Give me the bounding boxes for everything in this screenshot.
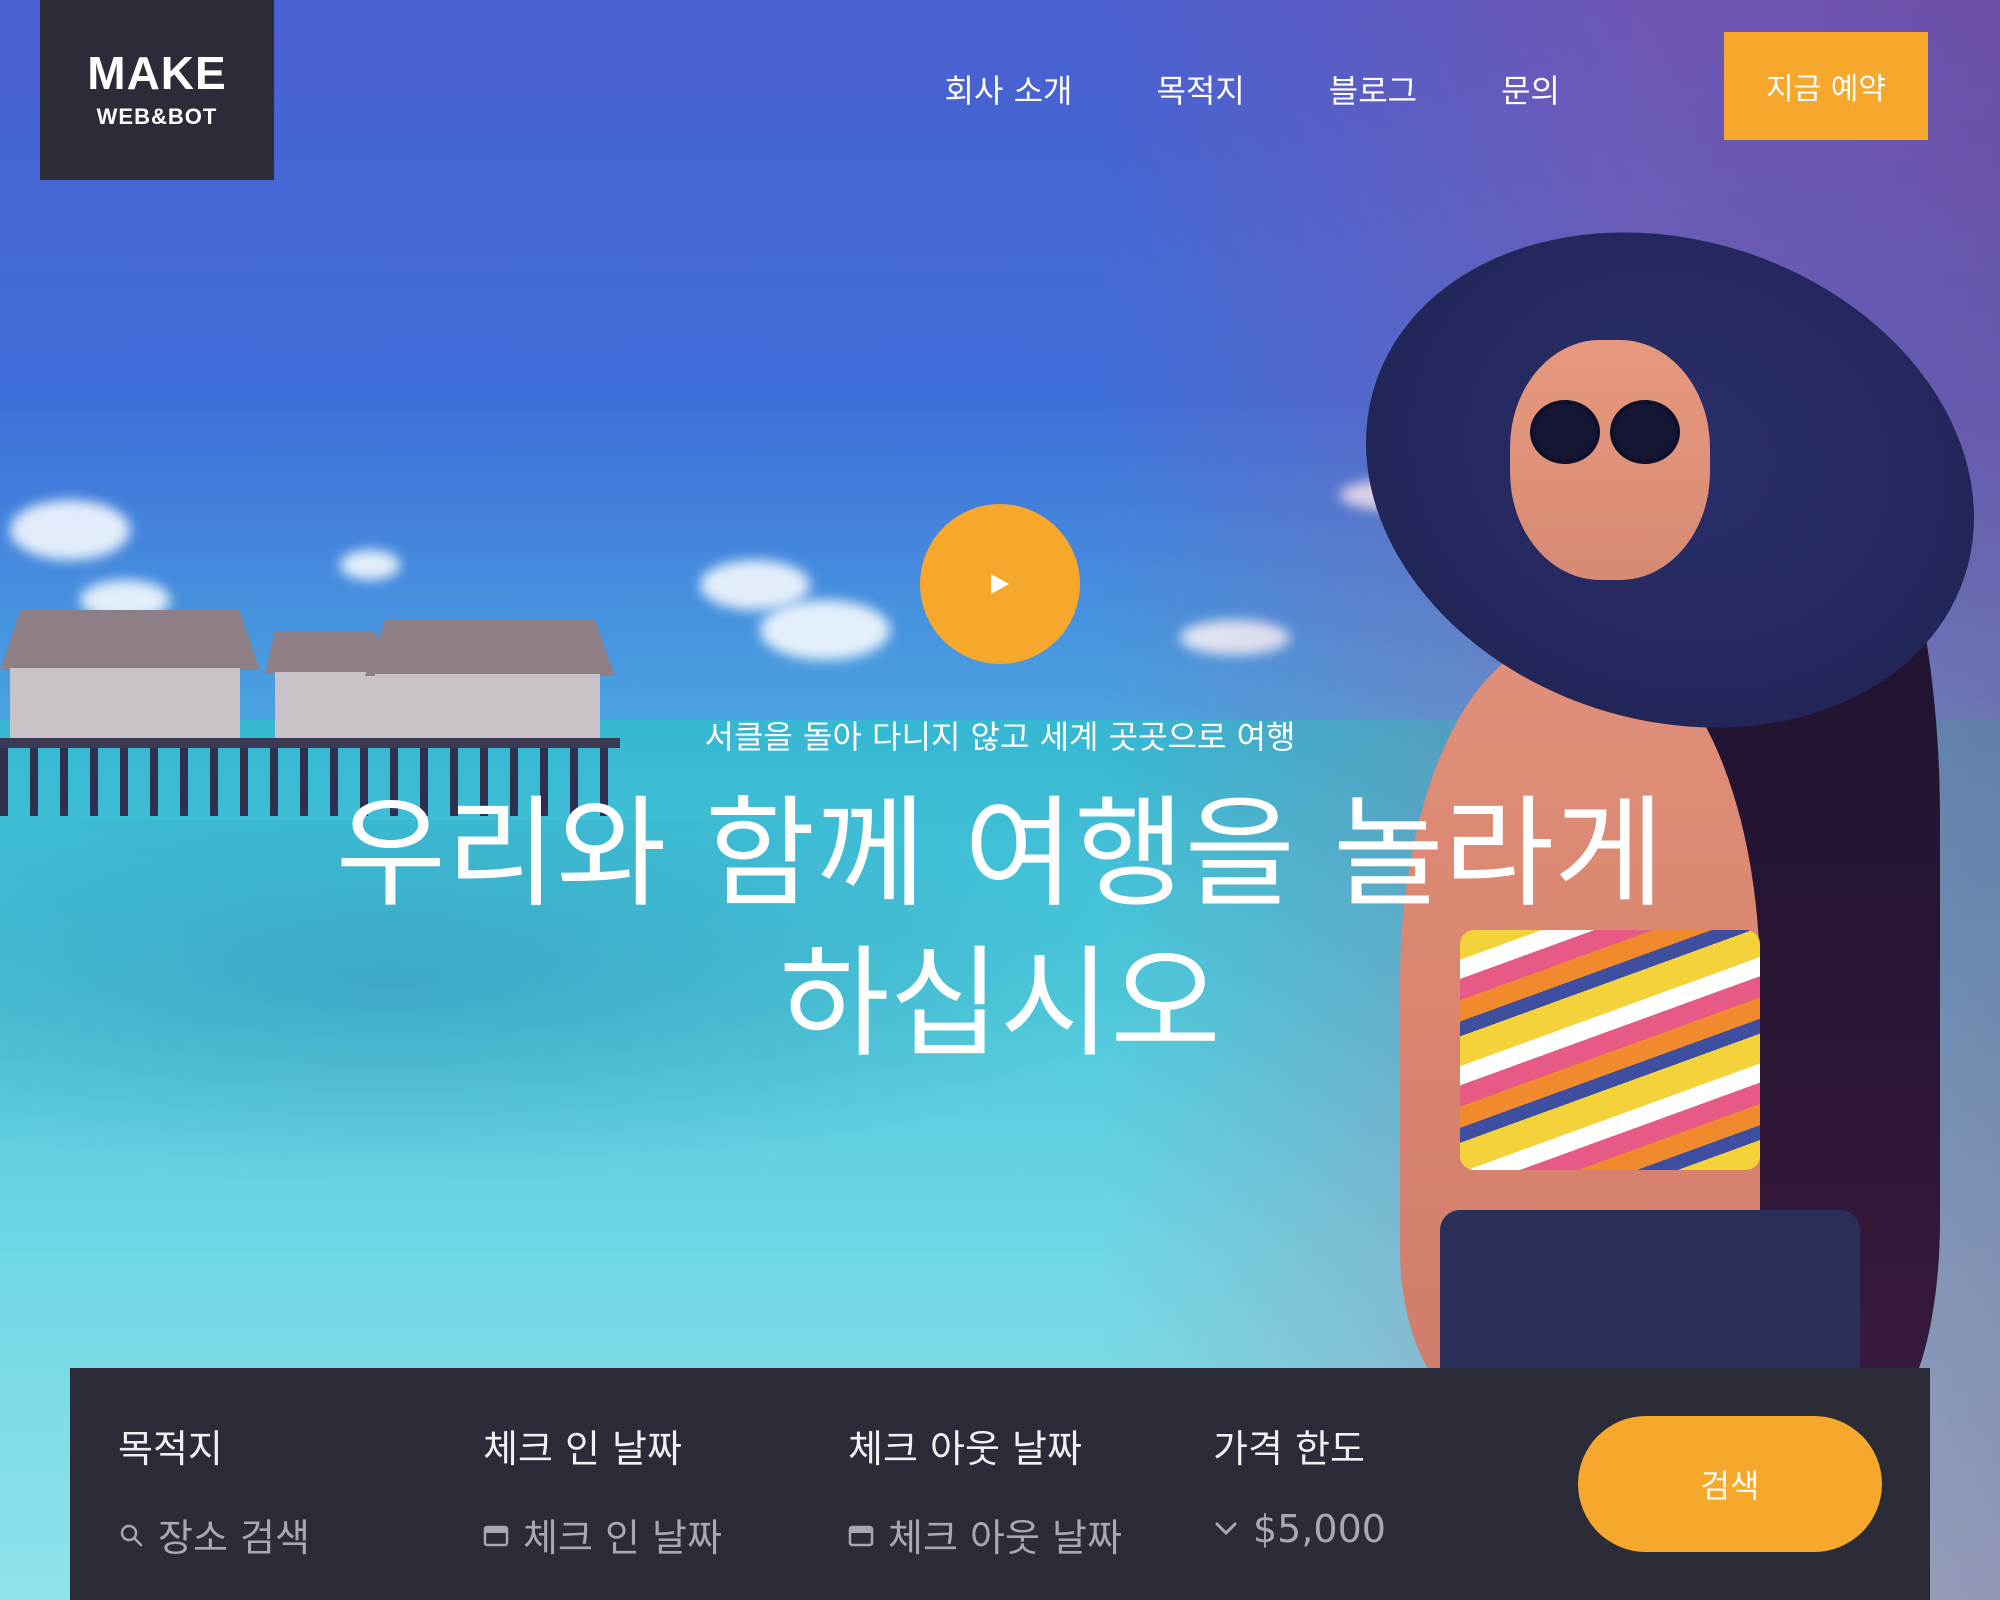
nav-item-contact[interactable]: 문의 bbox=[1501, 66, 1560, 112]
chevron-down-icon bbox=[1213, 1516, 1239, 1542]
main-nav: 회사 소개 목적지 블로그 문의 bbox=[945, 66, 1560, 112]
checkin-placeholder: 체크 인 날짜 bbox=[523, 1516, 722, 1560]
destination-input[interactable]: 장소 검색 bbox=[118, 1507, 458, 1562]
play-video-button[interactable] bbox=[920, 504, 1080, 664]
price-limit-select[interactable]: $5,000 bbox=[1213, 1507, 1553, 1551]
destination-label: 목적지 bbox=[118, 1427, 223, 1471]
checkout-label: 체크 아웃 날짜 bbox=[848, 1427, 1082, 1471]
nav-item-about[interactable]: 회사 소개 bbox=[945, 66, 1073, 112]
brand-name: MAKE bbox=[87, 47, 227, 99]
brand-logo[interactable]: MAKE WEB&BOT bbox=[40, 0, 274, 180]
destination-field: 목적지 장소 검색 bbox=[118, 1418, 458, 1562]
hero-headline: 우리와 함께 여행을 놀라게 하십시오 bbox=[335, 785, 1665, 1074]
checkin-field: 체크 인 날짜 체크 인 날짜 bbox=[483, 1418, 823, 1562]
checkout-field: 체크 아웃 날짜 체크 아웃 날짜 bbox=[848, 1418, 1188, 1562]
nav-item-destinations[interactable]: 목적지 bbox=[1156, 66, 1244, 112]
checkout-input[interactable]: 체크 아웃 날짜 bbox=[848, 1507, 1188, 1562]
checkin-input[interactable]: 체크 인 날짜 bbox=[483, 1507, 823, 1562]
calendar-icon bbox=[848, 1522, 874, 1548]
brand-subtitle: WEB&BOT bbox=[96, 104, 218, 129]
booking-search-bar: 목적지 장소 검색 체크 인 날짜 체크 인 날짜 체크 아웃 날짜 체크 아웃… bbox=[70, 1368, 1930, 1600]
checkout-placeholder: 체크 아웃 날짜 bbox=[888, 1516, 1122, 1560]
destination-placeholder: 장소 검색 bbox=[158, 1516, 310, 1560]
search-button[interactable]: 검색 bbox=[1578, 1416, 1882, 1552]
price-limit-value: $5,000 bbox=[1253, 1507, 1386, 1551]
calendar-icon bbox=[483, 1522, 509, 1548]
play-icon bbox=[991, 574, 1009, 594]
price-limit-field: 가격 한도 $5,000 bbox=[1213, 1418, 1553, 1551]
hero-tagline: 서클을 돌아 다니지 않고 세계 곳곳으로 여행 bbox=[704, 718, 1296, 756]
nav-item-blog[interactable]: 블로그 bbox=[1329, 66, 1417, 112]
search-icon bbox=[118, 1522, 144, 1548]
book-now-button[interactable]: 지금 예약 bbox=[1724, 32, 1928, 140]
price-limit-label: 가격 한도 bbox=[1213, 1427, 1365, 1471]
checkin-label: 체크 인 날짜 bbox=[483, 1427, 682, 1471]
